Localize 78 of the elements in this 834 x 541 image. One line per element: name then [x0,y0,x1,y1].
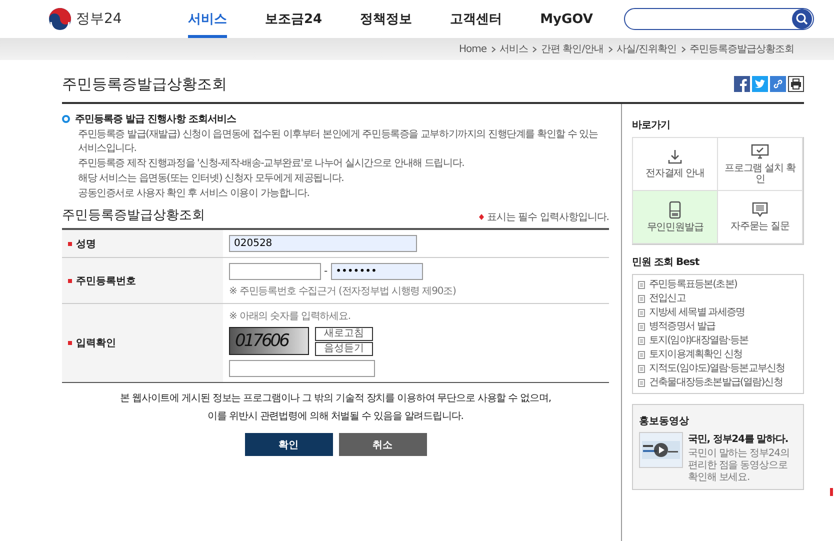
nav-tab[interactable]: 고객센터 [450,0,502,38]
document-icon [638,337,645,345]
speech-bubble-icon [752,202,768,218]
intro-item: 해당 서비스는 읍면동(또는 인터넷) 신청자 모두에게 제공됩니다. [78,172,345,186]
document-icon [638,295,645,303]
best-list-link[interactable]: 토지이용계획확인 신청 [649,348,742,362]
search-field[interactable] [624,8,814,30]
nav-tab[interactable]: 보조금24 [265,0,322,38]
breadcrumb-link[interactable]: 서비스 [500,42,528,56]
logo-icon [48,7,72,31]
document-icon [638,323,645,331]
best-list-link[interactable]: 건축물대장등초본발급(열람)신청 [649,376,782,390]
confirm-button[interactable]: 확인 [244,433,332,456]
best-list-link[interactable]: 지방세 세목별 과세증명 [649,306,745,320]
breadcrumb-link[interactable]: 사실/진위확인 [616,42,676,56]
logo-text[interactable]: 정부24 [76,10,122,28]
captcha-image: 017606 [229,327,309,355]
download-icon [667,149,683,165]
edge-marker [830,488,833,496]
notice-text: 이를 위반시 관련법령에 의해 처벌될 수 있음을 알려드립니다. [208,410,464,423]
best-list-link[interactable]: 지적도(임야도)열람·등본교부신청 [649,362,785,376]
name-field[interactable]: 020528 [229,235,417,252]
document-icon [638,309,645,317]
form-label: 주민등록번호 [76,274,136,288]
promo-description: 국민이 말하는 정부24의 편리한 점을 동영상으로 확인해 보세요. [688,448,790,484]
form-label: 입력확인 [76,337,116,350]
quick-link-tile[interactable]: 무인민원발급 [632,190,718,244]
best-list-link[interactable]: 병적증명서 발급 [649,320,715,334]
page-title: 주민등록증발급상황조회 [62,74,227,94]
intro-item: 주민등록증 발급(재발급) 신청이 읍면동에 접수된 이후부터 본인에게 주민등록증을 교부하기까지의 진행단계를 확인할 수 있는 서비스입니다. [78,128,599,156]
twitter-icon[interactable] [752,76,768,92]
chevron-icon [490,46,496,52]
rrn-first-field[interactable] [229,263,321,280]
intro-heading: 주민등록증 발급 진행사항 조회서비스 [75,113,236,126]
chevron-icon [532,46,538,52]
best-list-link[interactable]: 토지(임야)대장열람·등본 [649,334,748,348]
circle-bullet-icon [62,115,70,123]
chevron-icon [608,46,613,52]
breadcrumb-link[interactable]: 간편 확인/안내 [541,42,604,56]
captcha-button[interactable]: 음성듣기 [315,342,373,356]
notice-text: 본 웹사이트에 게시된 정보는 프로그램이나 그 밖의 기술적 장치를 이용하여 무단으로 사용할 수 없으며, [120,392,551,405]
promo-heading: 홍보동영상 [639,416,689,427]
intro-item: 주민등록증 제작 진행과정을 '신청-제작-배송-교부완료'로 나누어 실시간으로 안내해 드립니다. [78,157,466,171]
document-icon [638,351,645,359]
best-list-link[interactable]: 전입신고 [649,292,686,306]
monitor-icon [751,144,769,160]
nav-tab[interactable]: MyGOV [540,0,593,38]
chevron-icon [680,46,686,52]
form-title: 주민등록증발급상황조회 [62,207,205,224]
required-note: 표시는 필수 입력사항입니다. [486,211,609,224]
required-marker-icon [478,214,484,220]
breadcrumb-link[interactable]: 주민등록증발급상황조회 [690,42,794,56]
separator-text: - [324,266,328,277]
sidebar-heading: 바로가기 [632,119,671,132]
search-icon[interactable] [792,9,812,29]
sidebar-heading: 민원 조회 Best [632,256,700,269]
print-icon[interactable] [788,76,804,92]
kiosk-icon [669,201,681,219]
best-list-link[interactable]: 주민등록표등본(초본) [649,278,737,292]
breadcrumb-link[interactable]: Home [459,44,487,54]
document-icon [638,281,645,289]
document-icon [638,365,645,373]
quick-link-tile[interactable]: 전자결제 안내 [632,137,718,191]
form-label: 성명 [76,238,96,250]
facebook-icon[interactable] [734,76,750,92]
nav-tab[interactable]: 정책정보 [360,0,412,38]
captcha-button[interactable]: 새로고침 [315,327,373,341]
document-icon [638,379,645,387]
promo-headline[interactable]: 국민, 정부24를 말하다. [688,432,797,446]
captcha-field[interactable] [229,360,375,377]
field-note: ※ 아래의 숫자를 입력하세요. [229,310,352,323]
intro-item: 공동인증서로 사용자 확인 후 서비스 이용이 가능합니다. [78,187,310,201]
rrn-second-field[interactable]: ••••••• [330,263,423,280]
quick-link-tile[interactable]: 프로그램 설치 확인 [717,137,803,191]
cancel-button[interactable]: 취소 [338,433,426,456]
quick-link-tile[interactable]: 자주묻는 질문 [717,190,803,244]
field-note: ※ 주민등록번호 수집근거 (전자정부법 시행령 제90조) [229,285,457,298]
link-icon[interactable] [770,76,786,92]
